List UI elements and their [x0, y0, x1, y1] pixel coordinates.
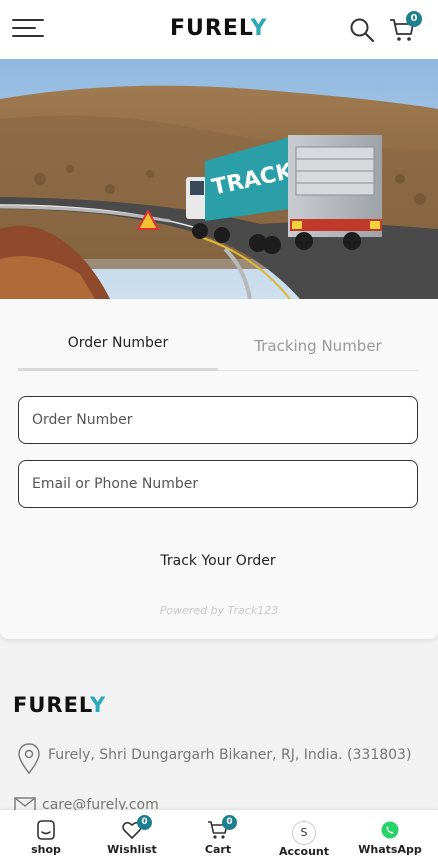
footer-logo[interactable]: FURELY [13, 693, 106, 717]
wishlist-count-badge: 0 [137, 815, 152, 830]
cart-count-badge: 0 [406, 11, 422, 27]
order-number-input[interactable] [18, 396, 418, 444]
location-pin-icon [18, 743, 40, 775]
email-or-phone-input[interactable] [18, 460, 418, 508]
nav-wishlist[interactable]: 0 Wishlist [86, 810, 178, 866]
logo[interactable]: FURELY [170, 16, 267, 41]
nav-cart[interactable]: 0 Cart [172, 810, 264, 866]
bottom-navigation: shop 0 Wishlist 0 Cart S Account WhatsAp… [0, 810, 438, 866]
nav-account[interactable]: S Account [258, 810, 350, 866]
footer-address: Furely, Shri Dungargarh Bikaner, RJ, Ind… [48, 747, 412, 763]
nav-label-account: Account [278, 845, 330, 858]
whatsapp-icon [381, 821, 399, 839]
tab-order-number[interactable]: Order Number [18, 335, 218, 351]
cart-nav-count-badge: 0 [222, 815, 237, 830]
nav-shop[interactable]: shop [0, 810, 92, 866]
nav-whatsapp[interactable]: WhatsApp [344, 810, 436, 866]
hero-truck-illustration: TRACKING [0, 59, 438, 299]
powered-by-text: Powered by Track123 [159, 604, 279, 617]
track-order-button[interactable]: Track Your Order [18, 547, 418, 575]
nav-label-wishlist: Wishlist [107, 843, 157, 856]
header: FURELY 0 [0, 0, 438, 59]
search-icon[interactable] [349, 17, 375, 43]
hero-banner: TRACKING [0, 59, 438, 299]
nav-label-shop: shop [31, 843, 61, 856]
active-tab-indicator [18, 368, 218, 371]
menu-icon[interactable] [12, 18, 44, 40]
nav-label-whatsapp: WhatsApp [358, 843, 422, 856]
shop-icon [37, 820, 55, 840]
order-tracking-card: Order Number Tracking Number Track Your … [0, 299, 438, 639]
nav-label-cart: Cart [204, 843, 232, 856]
account-icon: S [292, 821, 316, 845]
tab-tracking-number[interactable]: Tracking Number [218, 337, 418, 355]
